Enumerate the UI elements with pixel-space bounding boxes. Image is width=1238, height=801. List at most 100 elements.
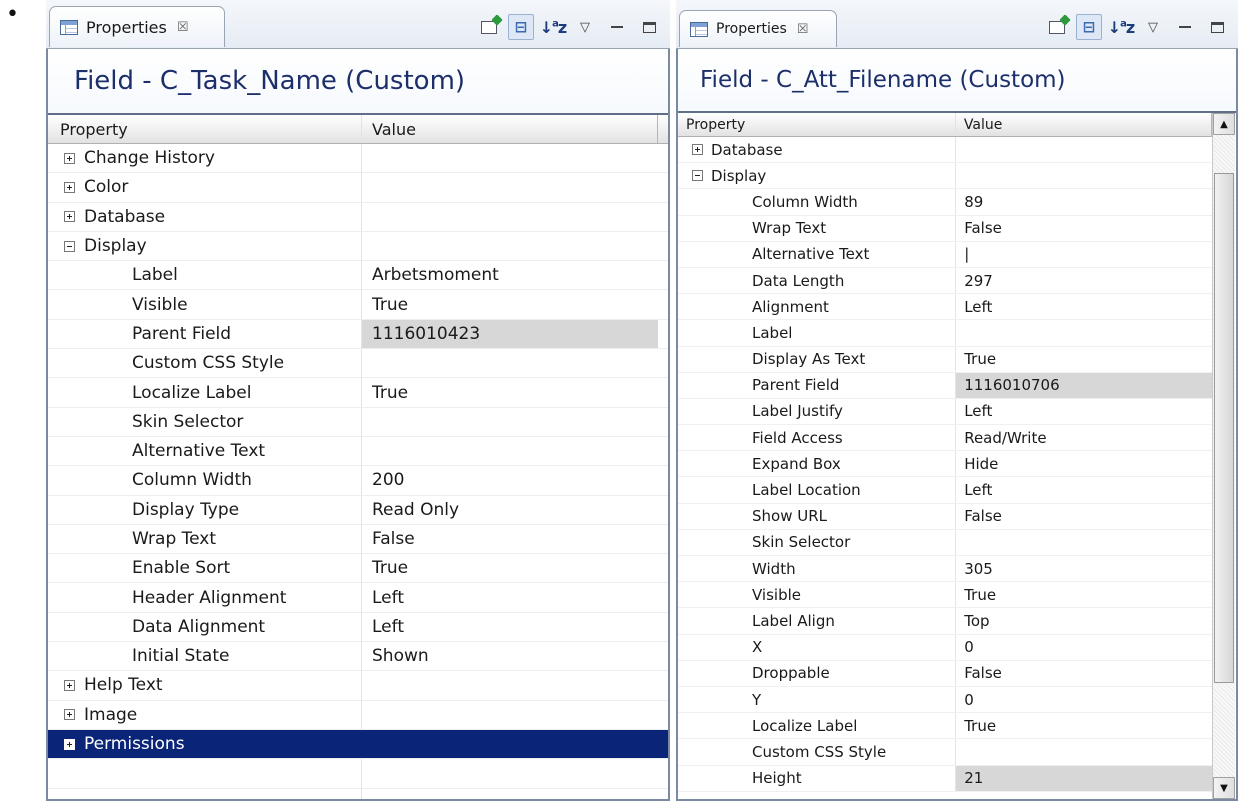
property-value-cell[interactable]: Arbetsmoment xyxy=(362,261,658,289)
property-row[interactable]: Width 305 xyxy=(678,556,1212,583)
property-row[interactable]: X0 xyxy=(678,634,1212,661)
sort-alphabetically-button[interactable]: ↓az xyxy=(1108,14,1136,40)
property-row[interactable]: Droppable False xyxy=(678,660,1212,687)
property-value-cell[interactable] xyxy=(362,408,658,436)
property-value-cell[interactable]: True xyxy=(362,554,658,582)
property-value-cell[interactable] xyxy=(956,530,1212,555)
property-value-cell[interactable] xyxy=(956,739,1212,764)
property-row[interactable]: Column Width 89 xyxy=(678,189,1212,216)
tab-properties[interactable]: Properties ☒ xyxy=(679,10,837,47)
property-row[interactable]: Display As Text True xyxy=(678,346,1212,373)
minimize-button[interactable] xyxy=(604,14,630,40)
expand-icon[interactable] xyxy=(64,211,75,223)
maximize-button[interactable] xyxy=(636,14,662,40)
property-row[interactable]: Field Access Read/Write xyxy=(678,425,1212,452)
category-row[interactable]: Image xyxy=(48,700,668,730)
property-row[interactable]: Expand Box Hide xyxy=(678,451,1212,478)
property-row[interactable]: Enable Sort True xyxy=(48,554,668,584)
scrollbar-thumb[interactable] xyxy=(1214,173,1234,683)
property-row[interactable]: Wrap Text False xyxy=(678,215,1212,242)
property-row[interactable]: Data Length 297 xyxy=(678,267,1212,295)
category-row[interactable]: Display xyxy=(678,163,1212,190)
property-row[interactable]: Wrap Text False xyxy=(48,524,668,555)
close-icon[interactable]: ☒ xyxy=(797,22,809,37)
property-value-cell[interactable]: True xyxy=(362,378,658,406)
property-row[interactable]: Header Alignment Left xyxy=(48,583,668,613)
property-value-cell[interactable]: | xyxy=(956,242,1212,267)
view-menu-button[interactable]: ▽ xyxy=(572,14,598,40)
pin-to-selection-button[interactable] xyxy=(476,14,502,40)
property-row[interactable]: Label Justify Left xyxy=(678,398,1212,426)
property-value-cell[interactable]: 89 xyxy=(956,189,1212,214)
property-value-cell[interactable] xyxy=(956,320,1212,345)
property-row[interactable]: Label Location Left xyxy=(678,477,1212,504)
property-row[interactable]: Show URL False xyxy=(678,503,1212,530)
category-row[interactable]: Database xyxy=(48,202,668,232)
property-row[interactable]: Custom CSS Style xyxy=(48,349,668,379)
property-value-cell[interactable]: 200 xyxy=(362,466,658,494)
show-categories-button[interactable]: ⊟ xyxy=(1076,14,1102,40)
property-row[interactable]: Visible True xyxy=(48,290,668,320)
property-value-cell[interactable]: Left xyxy=(362,583,658,611)
property-value-cell[interactable]: Read/Write xyxy=(956,425,1212,450)
property-value-cell[interactable]: True xyxy=(956,582,1212,607)
property-value-cell[interactable]: Left xyxy=(956,477,1212,502)
property-row[interactable]: Parent Field 1116010423 xyxy=(48,319,668,350)
property-value-cell[interactable]: 0 xyxy=(956,687,1212,712)
property-value-cell[interactable]: False xyxy=(362,525,658,553)
property-row[interactable]: Alternative Text xyxy=(48,436,668,467)
expand-icon[interactable] xyxy=(64,679,75,691)
column-header-value[interactable]: Value xyxy=(362,115,658,143)
property-value-cell[interactable] xyxy=(362,437,658,465)
property-row[interactable]: Y0 xyxy=(678,686,1212,714)
property-row[interactable]: Custom CSS Style xyxy=(678,739,1212,766)
property-value-cell[interactable]: False xyxy=(956,504,1212,529)
property-value-cell[interactable] xyxy=(362,349,658,377)
vertical-scrollbar[interactable]: ▲ ▼ xyxy=(1212,113,1235,799)
property-row[interactable]: Initial State Shown xyxy=(48,642,668,672)
property-value-cell[interactable]: 305 xyxy=(956,556,1212,581)
expand-icon[interactable] xyxy=(692,144,703,156)
property-row[interactable]: Height 21 xyxy=(678,765,1212,792)
tab-properties[interactable]: Properties ☒ xyxy=(49,6,225,47)
property-value-cell[interactable]: Left xyxy=(956,294,1212,319)
property-row[interactable]: Label xyxy=(678,320,1212,347)
property-value-cell[interactable]: 1116010423 xyxy=(362,319,658,349)
property-value-cell[interactable]: False xyxy=(956,661,1212,686)
category-row[interactable]: Database xyxy=(678,137,1212,164)
property-value-cell[interactable]: 21 xyxy=(956,765,1212,791)
category-row[interactable]: Color xyxy=(48,173,668,203)
property-value-cell[interactable]: True xyxy=(956,713,1212,738)
collapse-icon[interactable] xyxy=(64,240,75,252)
property-row[interactable]: Alternative Text | xyxy=(678,241,1212,268)
property-value-cell[interactable]: Left xyxy=(362,613,658,641)
property-value-cell[interactable]: False xyxy=(956,216,1212,241)
property-row[interactable]: Skin Selector xyxy=(48,407,668,437)
category-row[interactable]: Display xyxy=(48,231,668,262)
column-header-property[interactable]: Property xyxy=(48,115,362,143)
minimize-button[interactable] xyxy=(1172,14,1198,40)
property-row[interactable]: Label Align Top xyxy=(678,608,1212,635)
property-value-cell[interactable]: Shown xyxy=(362,642,658,670)
property-row[interactable]: Localize Label True xyxy=(678,713,1212,740)
property-value-cell[interactable]: True xyxy=(362,290,658,318)
property-row[interactable]: Visible True xyxy=(678,582,1212,609)
view-menu-button[interactable]: ▽ xyxy=(1140,14,1166,40)
category-row[interactable]: Help Text xyxy=(48,671,668,701)
property-value-cell[interactable]: 297 xyxy=(956,268,1212,293)
property-row[interactable]: Localize Label True xyxy=(48,378,668,408)
property-row[interactable]: Display Type Read Only xyxy=(48,495,668,525)
property-row[interactable]: Column Width 200 xyxy=(48,466,668,496)
column-header-value[interactable]: Value xyxy=(956,113,1212,136)
property-value-cell[interactable]: Left xyxy=(956,399,1212,424)
pin-to-selection-button[interactable] xyxy=(1044,14,1070,40)
expand-icon[interactable] xyxy=(64,152,75,164)
expand-icon[interactable] xyxy=(64,709,75,721)
category-row[interactable]: Permissions xyxy=(48,729,668,760)
property-value-cell[interactable]: True xyxy=(956,347,1212,372)
maximize-button[interactable] xyxy=(1204,14,1230,40)
expand-icon[interactable] xyxy=(64,181,75,193)
property-value-cell[interactable]: Top xyxy=(956,608,1212,633)
property-row[interactable]: Skin Selector xyxy=(678,529,1212,556)
expand-icon[interactable] xyxy=(64,738,75,750)
